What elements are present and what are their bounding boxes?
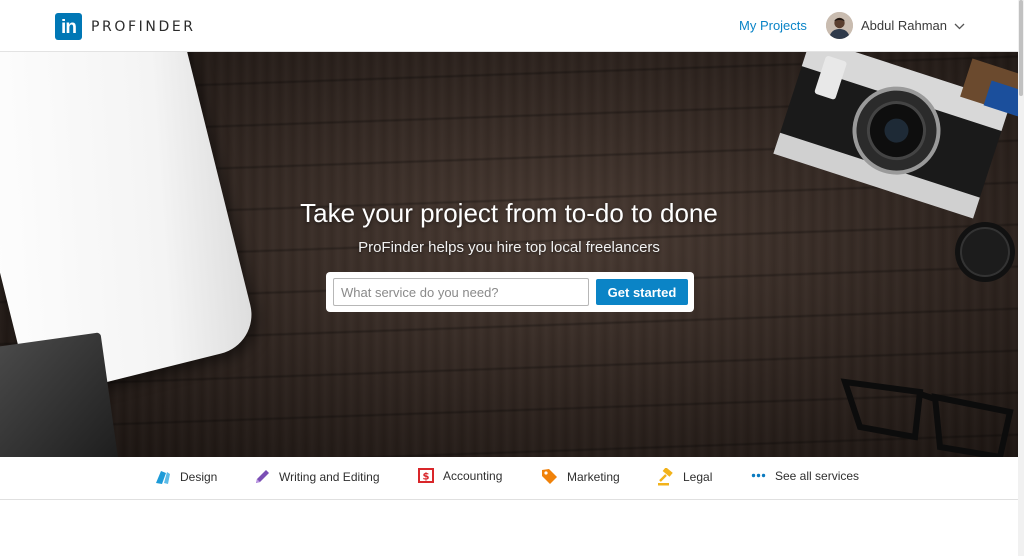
pouch-image [0, 332, 119, 457]
hero-title: Take your project from to-do to done [300, 198, 718, 228]
user-name[interactable]: Abdul Rahman [861, 18, 947, 33]
see-all-services-link[interactable]: See all services [751, 468, 859, 483]
category-label: Marketing [567, 469, 620, 484]
tag-icon [542, 469, 557, 484]
chevron-down-icon[interactable] [954, 17, 965, 35]
category-marketing[interactable]: Marketing [541, 468, 620, 485]
logo-text: PROFINDER [91, 18, 196, 35]
get-started-button[interactable]: Get started [596, 279, 688, 305]
hero-subtitle: ProFinder helps you hire top local freel… [358, 239, 660, 256]
category-label: Writing and Editing [279, 469, 380, 484]
gavel-icon [658, 468, 673, 486]
my-projects-link[interactable]: My Projects [739, 18, 807, 33]
glasses-image [840, 378, 1014, 457]
top-navigation-bar: in PROFINDER My Projects Abdul Rahman [0, 0, 1018, 52]
category-label: Legal [683, 470, 713, 484]
category-label: Accounting [443, 468, 503, 483]
service-search-input[interactable] [333, 278, 589, 306]
scrollbar[interactable] [1018, 0, 1024, 556]
linkedin-logo-icon: in [55, 13, 82, 40]
design-icon [156, 471, 170, 484]
profinder-logo[interactable]: in PROFINDER [55, 13, 196, 40]
dollar-icon: $ [418, 468, 434, 483]
user-menu[interactable]: Abdul Rahman [826, 12, 965, 39]
category-accounting[interactable]: $ Accounting [418, 468, 502, 483]
category-label: See all services [775, 468, 860, 483]
service-search-form: Get started [326, 272, 694, 312]
pencil-icon [256, 470, 269, 483]
category-legal[interactable]: Legal [657, 468, 712, 486]
category-label: Design [180, 469, 218, 484]
scrollbar-thumb[interactable] [1019, 0, 1023, 96]
svg-text:$: $ [423, 472, 430, 483]
category-bar: Design Writing and Editing $ Accounting … [0, 457, 1018, 500]
avatar[interactable] [826, 12, 853, 39]
category-design[interactable]: Design [154, 468, 217, 485]
ellipsis-icon [751, 473, 766, 478]
camera-image [773, 52, 1018, 282]
category-writing-and-editing[interactable]: Writing and Editing [254, 468, 380, 485]
hero-banner: Take your project from to-do to done Pro… [0, 52, 1018, 457]
